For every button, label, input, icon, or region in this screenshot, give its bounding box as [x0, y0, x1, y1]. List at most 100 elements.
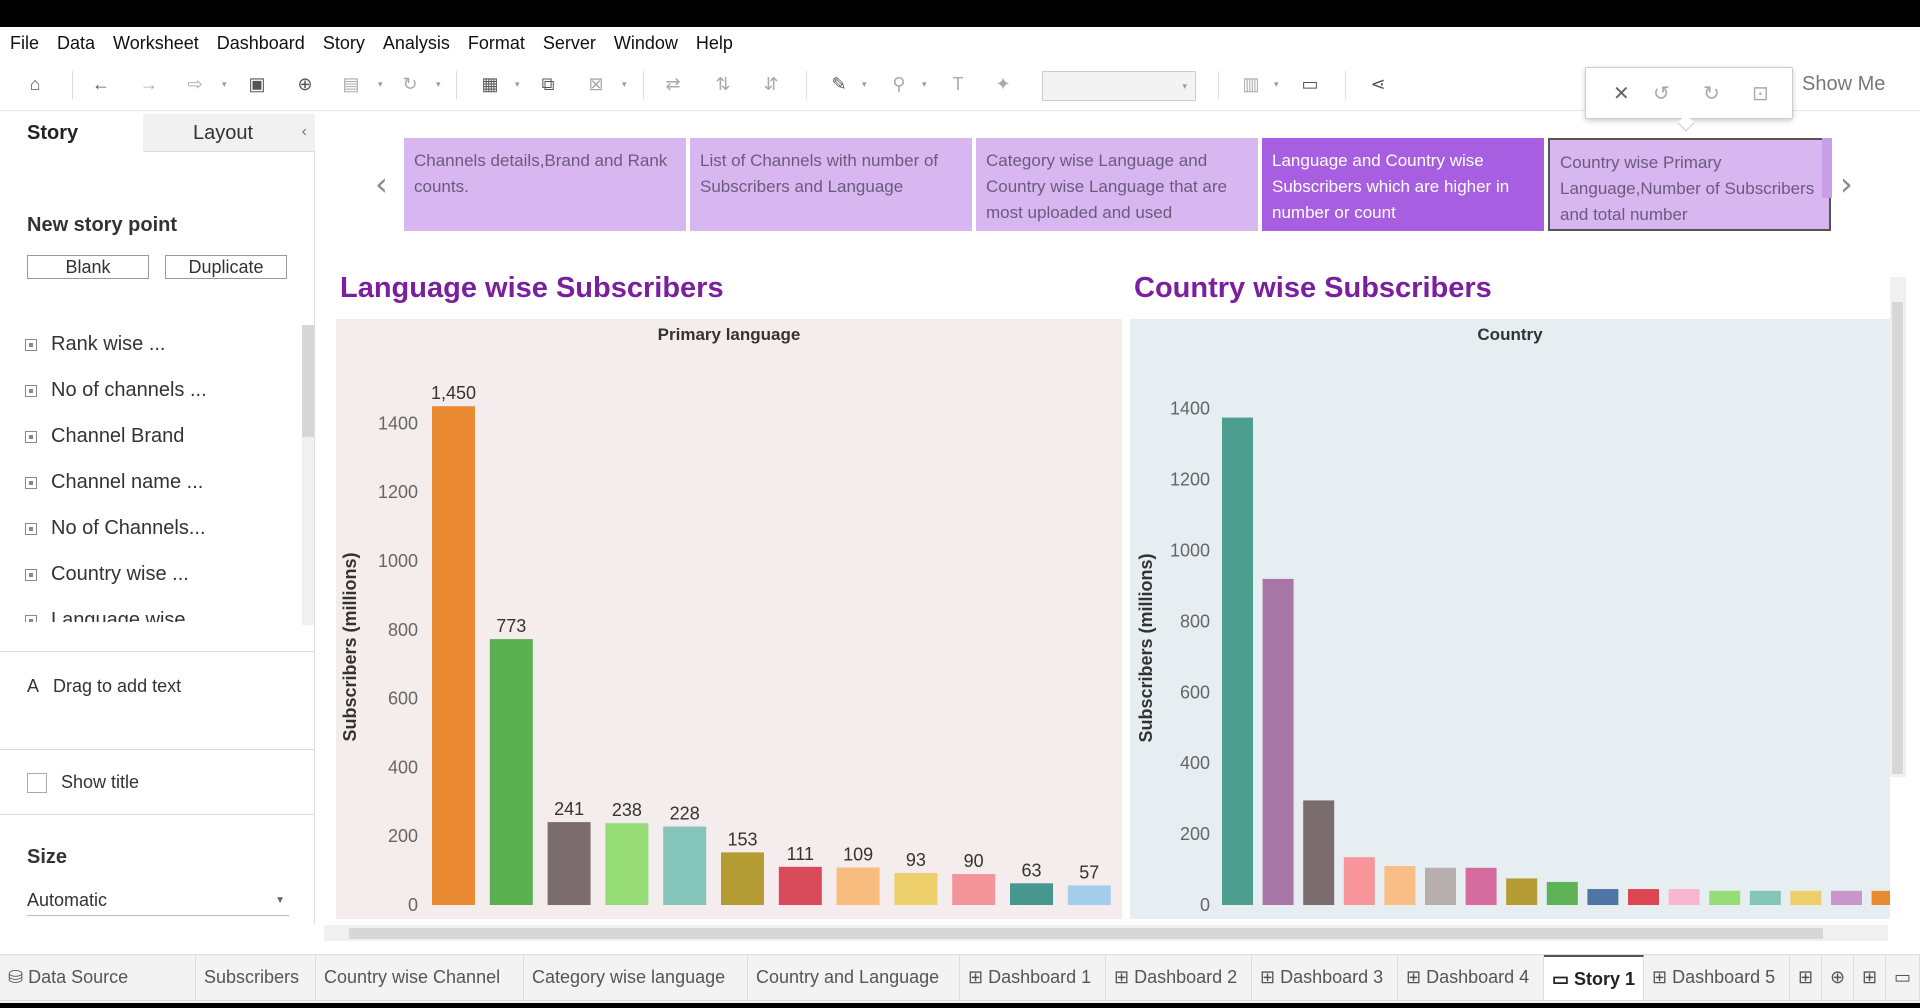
close-icon[interactable]: ✕	[1613, 81, 1630, 106]
sheet-item[interactable]: Channel Brand	[25, 425, 184, 448]
tab-dashboard-2[interactable]: ⊞ Dashboard 2	[1106, 955, 1252, 1001]
prev-story-point-arrow[interactable]: ‹	[375, 165, 388, 203]
new-story-tab-icon[interactable]: ▭	[1886, 955, 1920, 1001]
new-sheet-caret-icon[interactable]: ▾	[515, 79, 520, 90]
story-point-scrollbar[interactable]	[1822, 138, 1832, 198]
menu-story[interactable]: Story	[323, 33, 365, 54]
back-icon[interactable]: ←	[88, 71, 114, 97]
revert-icon[interactable]: ↺	[1653, 81, 1670, 106]
sheet-item[interactable]: Country wise ...	[25, 563, 189, 586]
y-tick-label: 1000	[378, 551, 418, 571]
blank-button[interactable]: Blank	[27, 255, 149, 279]
language-chart[interactable]: Primary language Subscribers (millions) 0…	[336, 319, 1122, 919]
sort-ascending-icon[interactable]: ⇅	[710, 71, 736, 97]
story-point-4[interactable]: Language and Country wise Subscribers wh…	[1262, 138, 1544, 231]
home-icon[interactable]: ⌂	[22, 71, 48, 97]
sheet-item[interactable]: Rank wise ...	[25, 333, 165, 356]
next-story-point-arrow[interactable]: ›	[1840, 165, 1853, 203]
menu-worksheet[interactable]: Worksheet	[113, 33, 199, 54]
menu-file[interactable]: File	[10, 33, 39, 54]
data-label: 109	[843, 845, 873, 865]
tab-dashboard-5[interactable]: ⊞ Dashboard 5	[1644, 955, 1790, 1001]
data-label: 90	[964, 851, 984, 871]
show-me-button[interactable]: Show Me	[1802, 73, 1885, 96]
tab-overflow[interactable]: ⊞	[1790, 955, 1822, 1001]
divider	[0, 749, 315, 750]
show-title-checkbox[interactable]	[27, 772, 47, 793]
update-icon[interactable]: ↻	[1703, 81, 1720, 106]
menu-help[interactable]: Help	[696, 33, 733, 54]
tab-dashboard-1[interactable]: ⊞ Dashboard 1	[960, 955, 1106, 1001]
new-worksheet-tab-icon[interactable]: ⊕	[1822, 955, 1854, 1001]
new-worksheet-icon[interactable]: ▦	[477, 71, 503, 97]
drag-text-item[interactable]: A Drag to add text	[27, 676, 181, 697]
save-as-new-icon[interactable]: ⊡	[1752, 81, 1769, 106]
tab-layout[interactable]: Layout ‹	[143, 114, 315, 152]
clear-caret-icon[interactable]: ▾	[622, 79, 627, 90]
clear-sheet-icon[interactable]: ⊠	[583, 71, 609, 97]
forward-icon[interactable]: →	[136, 71, 162, 97]
dashboard-icon: ⊞	[1260, 967, 1281, 987]
new-dashboard-tab-icon[interactable]: ⊞	[1854, 955, 1886, 1001]
menu-window[interactable]: Window	[614, 33, 678, 54]
menu-data[interactable]: Data	[57, 33, 95, 54]
save-icon[interactable]: ▣	[244, 71, 270, 97]
redo-dropdown-icon[interactable]: ⇨	[182, 71, 208, 97]
country-chart[interactable]: Country Subscribers (millions) 0 200 400 600…	[1130, 319, 1890, 919]
duplicate-sheet-icon[interactable]: ⧉	[535, 71, 561, 97]
sheet-item[interactable]: No of channels ...	[25, 379, 207, 402]
show-title-option[interactable]: Show title	[27, 772, 139, 793]
tab-dashboard-4[interactable]: ⊞ Dashboard 4	[1398, 955, 1544, 1001]
tab-dashboard-3[interactable]: ⊞ Dashboard 3	[1252, 955, 1398, 1001]
menu-format[interactable]: Format	[468, 33, 525, 54]
bar	[1506, 878, 1538, 905]
tab-subscribers[interactable]: Subscribers	[196, 955, 316, 1001]
highlight-caret-icon[interactable]: ▾	[862, 79, 867, 90]
pause-auto-update-icon[interactable]: ▤	[338, 71, 364, 97]
tab-story[interactable]: Story	[0, 114, 143, 152]
scrollbar-thumb[interactable]	[1892, 302, 1903, 774]
bar	[489, 639, 533, 905]
scrollbar-thumb[interactable]	[302, 325, 314, 437]
refresh-caret-icon[interactable]: ▾	[436, 79, 441, 90]
share-icon[interactable]: ⋖	[1365, 71, 1391, 97]
sheet-item[interactable]: No of Channels...	[25, 517, 206, 540]
sheet-list-scrollbar[interactable]	[302, 325, 314, 625]
tab-country-wise-channel[interactable]: Country wise Channel	[316, 955, 524, 1001]
sheet-item[interactable]: Channel name ...	[25, 471, 203, 494]
fit-caret-icon[interactable]: ▾	[1274, 79, 1279, 90]
presentation-icon[interactable]: ▭	[1297, 71, 1323, 97]
tab-story-1[interactable]: ▭ Story 1	[1544, 955, 1644, 1001]
dashboard-horizontal-scrollbar[interactable]	[324, 925, 1888, 941]
labels-icon[interactable]: T	[945, 71, 971, 97]
dashboard-vertical-scrollbar[interactable]	[1890, 277, 1906, 777]
story-point-3[interactable]: Category wise Language and Country wise …	[976, 138, 1258, 231]
fit-dropdown[interactable]: ▾	[1042, 71, 1196, 101]
collapse-chevron-icon[interactable]: ‹	[302, 123, 307, 141]
fit-icon[interactable]: ▥	[1238, 71, 1264, 97]
group-icon[interactable]: ⚲	[886, 71, 912, 97]
tab-data-source[interactable]: ⛁ Data Source	[0, 955, 196, 1001]
sheet-item[interactable]: Language wise	[25, 609, 186, 622]
scrollbar-thumb[interactable]	[349, 928, 1823, 939]
group-caret-icon[interactable]: ▾	[922, 79, 927, 90]
size-dropdown[interactable]: Automatic ▼	[27, 890, 289, 916]
pause-caret-icon[interactable]: ▾	[378, 79, 383, 90]
swap-axes-icon[interactable]: ⇄	[660, 71, 686, 97]
menu-server[interactable]: Server	[543, 33, 596, 54]
menu-analysis[interactable]: Analysis	[383, 33, 450, 54]
duplicate-button[interactable]: Duplicate	[165, 255, 287, 279]
story-point-1[interactable]: Channels details,Brand and Rank counts.	[404, 138, 686, 231]
menu-bar: File Data Worksheet Dashboard Story Anal…	[0, 27, 1920, 59]
pin-icon[interactable]: ✦	[990, 71, 1016, 97]
story-point-2[interactable]: List of Channels with number of Subscrib…	[690, 138, 972, 231]
tab-category-wise-language[interactable]: Category wise language	[524, 955, 748, 1001]
redo-caret-icon[interactable]: ▾	[222, 79, 227, 90]
new-data-source-icon[interactable]: ⊕	[292, 71, 318, 97]
highlight-icon[interactable]: ✎	[826, 71, 852, 97]
tab-country-and-language[interactable]: Country and Language	[748, 955, 960, 1001]
story-point-5[interactable]: Country wise Primary Language,Number of …	[1548, 138, 1831, 231]
sort-descending-icon[interactable]: ⇵	[758, 71, 784, 97]
refresh-icon[interactable]: ↻	[397, 71, 423, 97]
menu-dashboard[interactable]: Dashboard	[217, 33, 305, 54]
